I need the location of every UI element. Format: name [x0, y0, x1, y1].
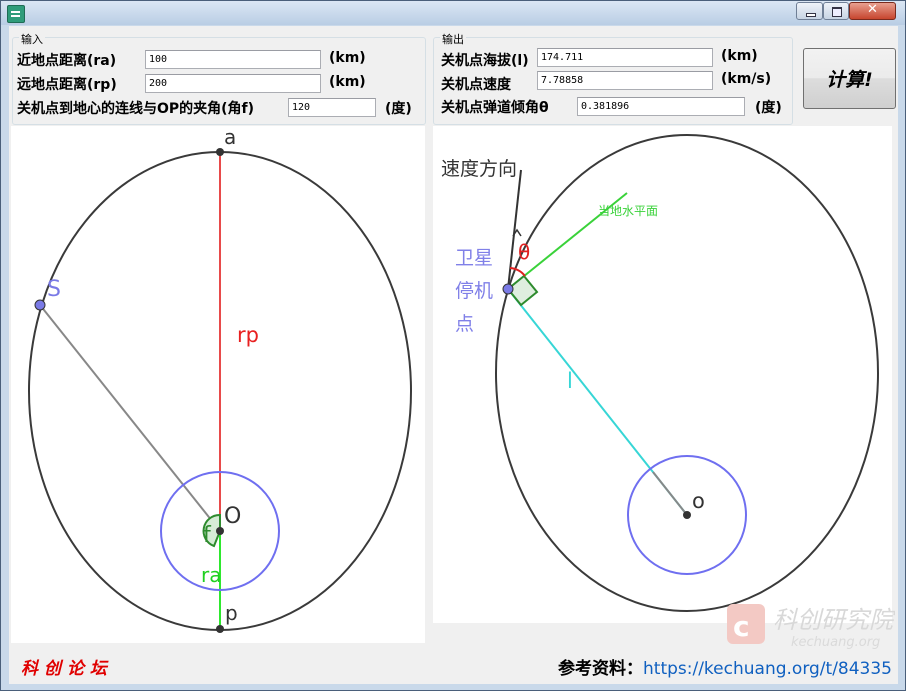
client-area: 输入 近地点距离(ra) 100 (km) 远地点距离(rp) 200 (km)…: [9, 26, 898, 684]
watermark-domain: kechuang.org: [791, 635, 880, 650]
kechuang-watermark-logo: c 科创研究院 kechuang.org: [727, 604, 895, 650]
left-diagram-panel: a S rp O f ra p: [11, 125, 425, 643]
reference-link[interactable]: https://kechuang.org/t/84335: [643, 659, 892, 679]
forum-name: 科 创 论 坛: [21, 659, 107, 679]
label-velocity: 速度方向: [441, 158, 517, 180]
label-satellite-1: 卫星: [455, 247, 493, 269]
title-bar[interactable]: ✕: [1, 1, 905, 25]
speed-output[interactable]: 7.78858: [537, 71, 713, 90]
label-f: f: [203, 523, 212, 548]
rp-label: 远地点距离(rp): [17, 77, 117, 93]
inclination-label: 关机点弹道倾角θ: [441, 100, 549, 116]
point-p: [216, 625, 224, 633]
label-o-right: o: [692, 489, 705, 513]
earth-center-point: [683, 511, 691, 519]
label-rp: rp: [237, 323, 259, 347]
label-satellite-2: 停机: [455, 280, 493, 302]
point-s: [34, 299, 46, 311]
ra-input[interactable]: 100: [145, 50, 321, 69]
angle-label: 关机点到地心的连线与OP的夹角(角f): [17, 101, 255, 117]
app-window: ✕ 输入 近地点距离(ra) 100 (km) 远地点距离(rp) 200 (k…: [0, 0, 906, 691]
rp-input[interactable]: 200: [145, 74, 321, 93]
label-ra: ra: [201, 563, 221, 587]
output-group-title: 输出: [440, 31, 466, 47]
label-a: a: [224, 126, 236, 149]
angle-unit: (度): [385, 101, 412, 117]
altitude-label: 关机点海拔(l): [441, 53, 529, 69]
label-o: O: [224, 504, 241, 529]
calculate-button[interactable]: 计算!: [803, 48, 896, 109]
point-a: [216, 148, 224, 156]
app-icon: [7, 5, 25, 23]
inclination-unit: (度): [755, 100, 782, 116]
rp-unit: (km): [329, 74, 366, 90]
minimize-button[interactable]: [796, 2, 823, 20]
reference-label: 参考资料：: [558, 659, 643, 679]
left-orbit-diagram: a S rp O f ra p: [28, 125, 412, 633]
earth-radius-line: [652, 471, 688, 516]
label-s: S: [47, 277, 61, 302]
s-line: [39, 304, 221, 532]
satellite-point: [502, 283, 514, 295]
altitude-unit: (km): [721, 48, 758, 64]
close-button[interactable]: ✕: [849, 2, 896, 20]
label-p: p: [225, 601, 238, 625]
input-group-title: 输入: [19, 31, 45, 47]
inclination-output[interactable]: 0.381896: [577, 97, 745, 116]
speed-label: 关机点速度: [441, 77, 511, 93]
altitude-output[interactable]: 174.711: [537, 48, 713, 67]
label-l: l: [567, 369, 573, 393]
maximize-button[interactable]: [823, 2, 849, 20]
right-orbit-diagram: 速度方向 θ 当地水平面 卫星 停机 点 l o: [441, 134, 879, 612]
right-diagram-panel: 速度方向 θ 当地水平面 卫星 停机 点 l o: [433, 126, 892, 623]
ra-unit: (km): [329, 50, 366, 66]
label-horizon: 当地水平面: [598, 204, 658, 218]
point-o: [216, 527, 224, 535]
angle-input[interactable]: 120: [288, 98, 376, 117]
orbit-ellipse-right: [495, 134, 879, 612]
label-theta: θ: [518, 240, 530, 264]
svg-text:c: c: [733, 610, 750, 643]
label-satellite-3: 点: [455, 313, 474, 335]
reference: 参考资料：https://kechuang.org/t/84335: [558, 654, 892, 679]
watermark-text: 科创研究院: [773, 606, 895, 634]
close-icon: ✕: [867, 2, 878, 17]
speed-unit: (km/s): [721, 71, 772, 87]
ra-label: 近地点距离(ra): [17, 53, 117, 69]
